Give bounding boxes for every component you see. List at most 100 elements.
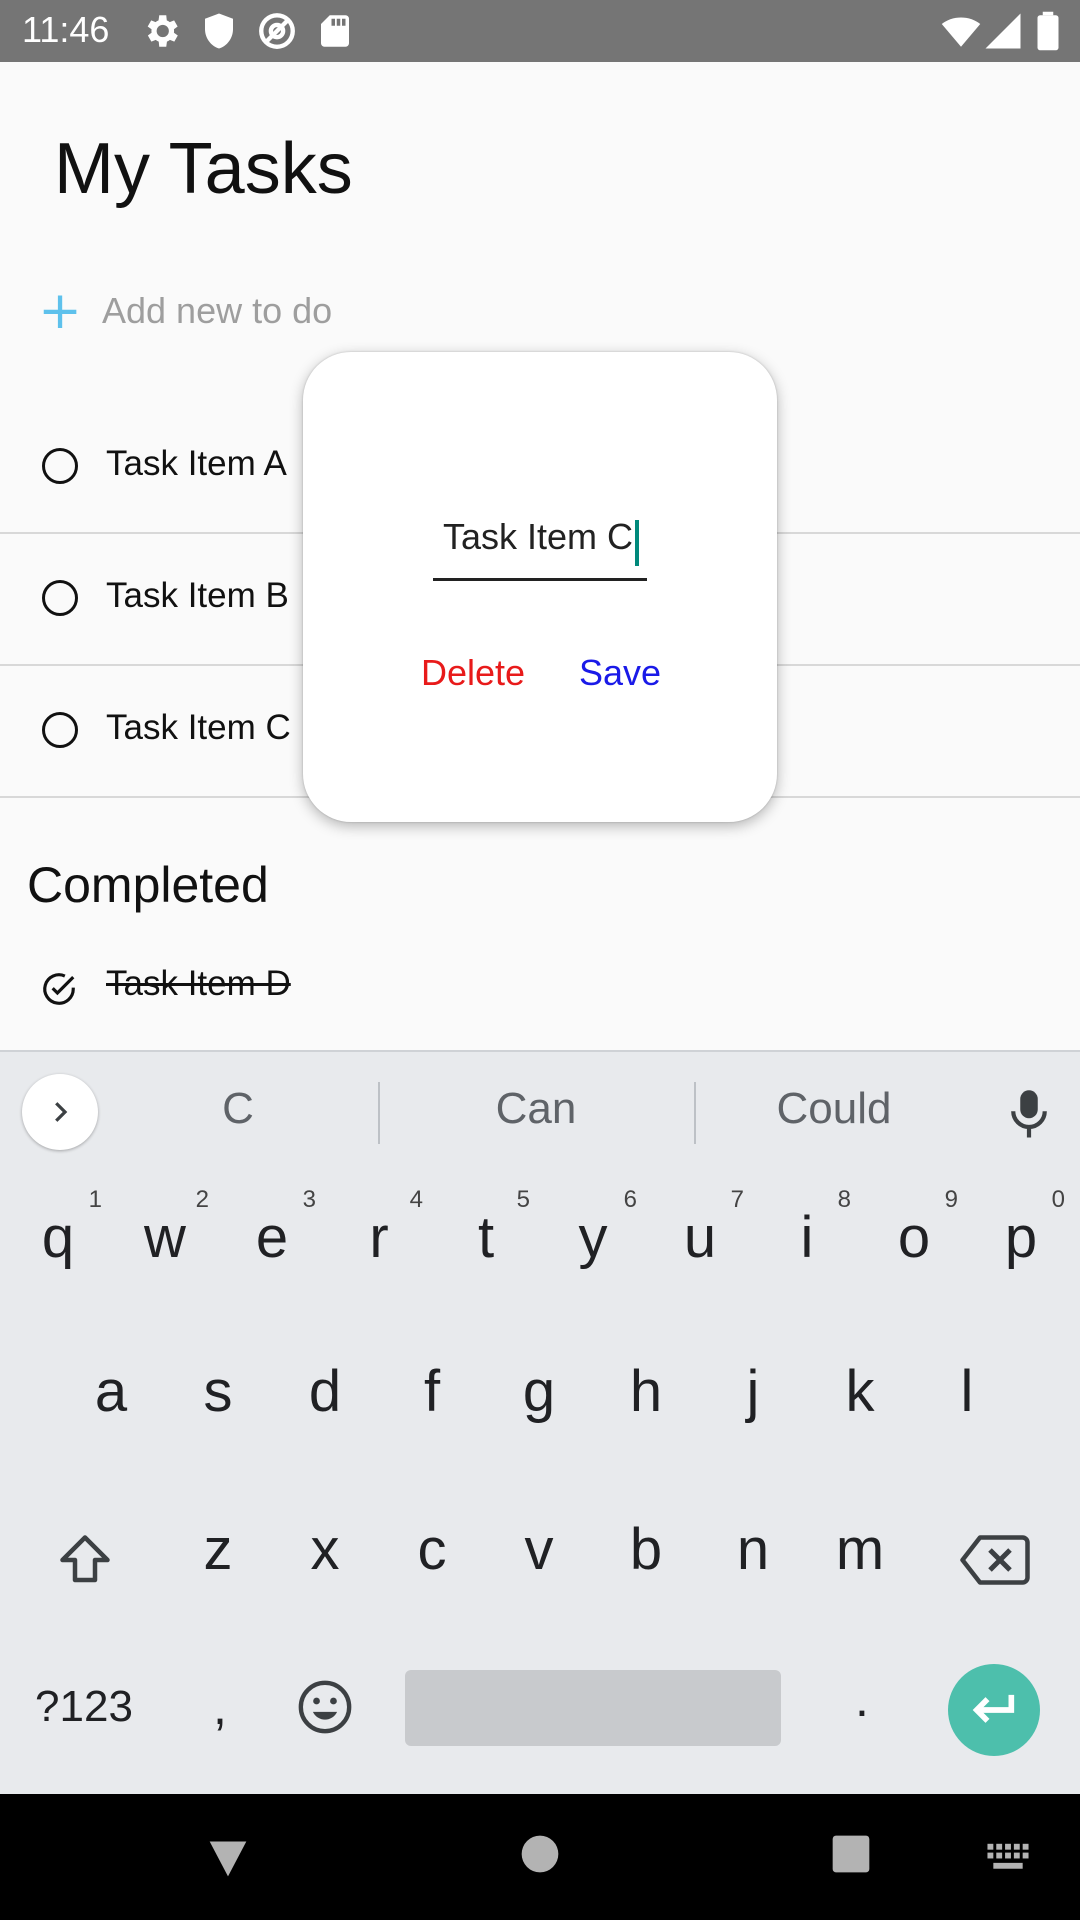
key-char: f xyxy=(423,1359,441,1424)
key-char: n xyxy=(736,1517,770,1582)
key-h[interactable]: h xyxy=(598,1340,694,1450)
key-x[interactable]: x xyxy=(277,1498,373,1608)
key-char: a xyxy=(94,1359,128,1424)
key-o[interactable]: o9 xyxy=(866,1186,962,1296)
key-char: u xyxy=(683,1205,717,1270)
completed-heading: Completed xyxy=(27,857,269,913)
key-char: p xyxy=(1004,1205,1038,1270)
key-k[interactable]: k xyxy=(812,1340,908,1450)
key-char: w xyxy=(144,1205,186,1270)
completed-task-label: Task Item D xyxy=(106,964,291,1003)
key-number-hint: 0 xyxy=(1051,1186,1065,1213)
task-checkbox[interactable] xyxy=(42,448,78,484)
key-d[interactable]: d xyxy=(277,1340,373,1450)
key-char: o xyxy=(897,1205,931,1270)
key-number-hint: 2 xyxy=(195,1186,209,1213)
plus-icon: + xyxy=(38,281,82,341)
key-u[interactable]: u7 xyxy=(652,1186,748,1296)
chevron-right-icon xyxy=(55,1102,68,1122)
navigation-bar xyxy=(0,1794,1080,1920)
key-t[interactable]: t5 xyxy=(438,1186,534,1296)
suggestion-3[interactable]: Could xyxy=(714,1084,954,1134)
key-g[interactable]: g xyxy=(491,1340,587,1450)
key-b[interactable]: b xyxy=(598,1498,694,1608)
key-char: v xyxy=(524,1517,554,1582)
signal-icon xyxy=(985,13,1021,49)
key-n[interactable]: n xyxy=(705,1498,801,1608)
expand-toolbar-button[interactable] xyxy=(22,1074,98,1150)
add-new-todo-button[interactable]: + Add new to do xyxy=(34,281,333,341)
key-r[interactable]: r4 xyxy=(331,1186,427,1296)
key-l[interactable]: l xyxy=(919,1340,1015,1450)
space-key[interactable] xyxy=(405,1670,781,1746)
task-name-input-value: Task Item C xyxy=(443,516,634,557)
check-circle-icon[interactable] xyxy=(40,970,78,1008)
key-c[interactable]: c xyxy=(384,1498,480,1608)
key-char: b xyxy=(629,1517,663,1582)
suggestion-1[interactable]: C xyxy=(118,1084,358,1134)
completed-task-row[interactable]: Task Item D xyxy=(0,958,1080,1018)
key-s[interactable]: s xyxy=(170,1340,266,1450)
key-w[interactable]: w2 xyxy=(117,1186,213,1296)
task-label: Task Item B xyxy=(106,576,289,615)
key-e[interactable]: e3 xyxy=(224,1186,320,1296)
suggestion-2[interactable]: Can xyxy=(416,1084,656,1134)
key-f[interactable]: f xyxy=(384,1340,480,1450)
shift-arrow-icon xyxy=(60,1535,110,1583)
key-z[interactable]: z xyxy=(170,1498,266,1608)
period-key[interactable]: . xyxy=(822,1656,902,1742)
key-number-hint: 8 xyxy=(837,1186,851,1213)
key-char: z xyxy=(203,1517,233,1582)
back-icon[interactable] xyxy=(206,1836,250,1880)
task-name-input[interactable]: Task Item C xyxy=(433,510,647,581)
backspace-icon xyxy=(960,1535,1030,1585)
key-char: d xyxy=(308,1359,342,1424)
keyboard-switch-icon[interactable] xyxy=(986,1842,1030,1872)
key-number-hint: 3 xyxy=(302,1186,316,1213)
key-char: g xyxy=(522,1359,556,1424)
key-v[interactable]: v xyxy=(491,1498,587,1608)
enter-arrow-icon xyxy=(972,1694,1015,1723)
key-j[interactable]: j xyxy=(705,1340,801,1450)
key-m[interactable]: m xyxy=(812,1498,908,1608)
key-number-hint: 5 xyxy=(516,1186,530,1213)
emoji-key[interactable] xyxy=(290,1664,360,1750)
comma-key[interactable]: , xyxy=(180,1664,260,1750)
key-p[interactable]: p0 xyxy=(973,1186,1069,1296)
home-icon[interactable] xyxy=(520,1834,560,1874)
status-bar: 11:46 xyxy=(0,0,1080,62)
task-label: Task Item C xyxy=(106,708,291,747)
status-time: 11:46 xyxy=(22,9,110,50)
key-char: h xyxy=(629,1359,663,1424)
key-i[interactable]: i8 xyxy=(759,1186,855,1296)
task-checkbox[interactable] xyxy=(42,712,78,748)
suggestion-divider xyxy=(694,1082,696,1144)
key-number-hint: 9 xyxy=(944,1186,958,1213)
microphone-icon[interactable] xyxy=(1008,1086,1050,1140)
key-char: j xyxy=(746,1359,760,1424)
suggestion-bar: C Can Could xyxy=(0,1052,1080,1170)
key-char: e xyxy=(255,1205,289,1270)
gear-icon xyxy=(147,15,178,47)
key-char: l xyxy=(960,1359,974,1424)
enter-key[interactable] xyxy=(948,1664,1040,1756)
wifi-icon xyxy=(941,17,981,47)
task-checkbox[interactable] xyxy=(42,580,78,616)
key-y[interactable]: y6 xyxy=(545,1186,641,1296)
save-button[interactable]: Save xyxy=(579,652,661,694)
symbols-key[interactable]: ?123 xyxy=(24,1664,144,1750)
key-number-hint: 6 xyxy=(623,1186,637,1213)
delete-button[interactable]: Delete xyxy=(421,652,525,694)
add-new-todo-label: Add new to do xyxy=(102,290,333,331)
key-char: k xyxy=(845,1359,875,1424)
shift-key[interactable] xyxy=(40,1510,130,1610)
at-sign-icon xyxy=(259,13,295,49)
key-q[interactable]: q1 xyxy=(10,1186,106,1296)
backspace-key[interactable] xyxy=(950,1510,1040,1610)
key-number-hint: 1 xyxy=(88,1186,102,1213)
smiley-icon xyxy=(298,1680,352,1734)
key-char: x xyxy=(310,1517,340,1582)
key-char: c xyxy=(417,1517,447,1582)
key-a[interactable]: a xyxy=(63,1340,159,1450)
recents-icon[interactable] xyxy=(831,1834,871,1874)
